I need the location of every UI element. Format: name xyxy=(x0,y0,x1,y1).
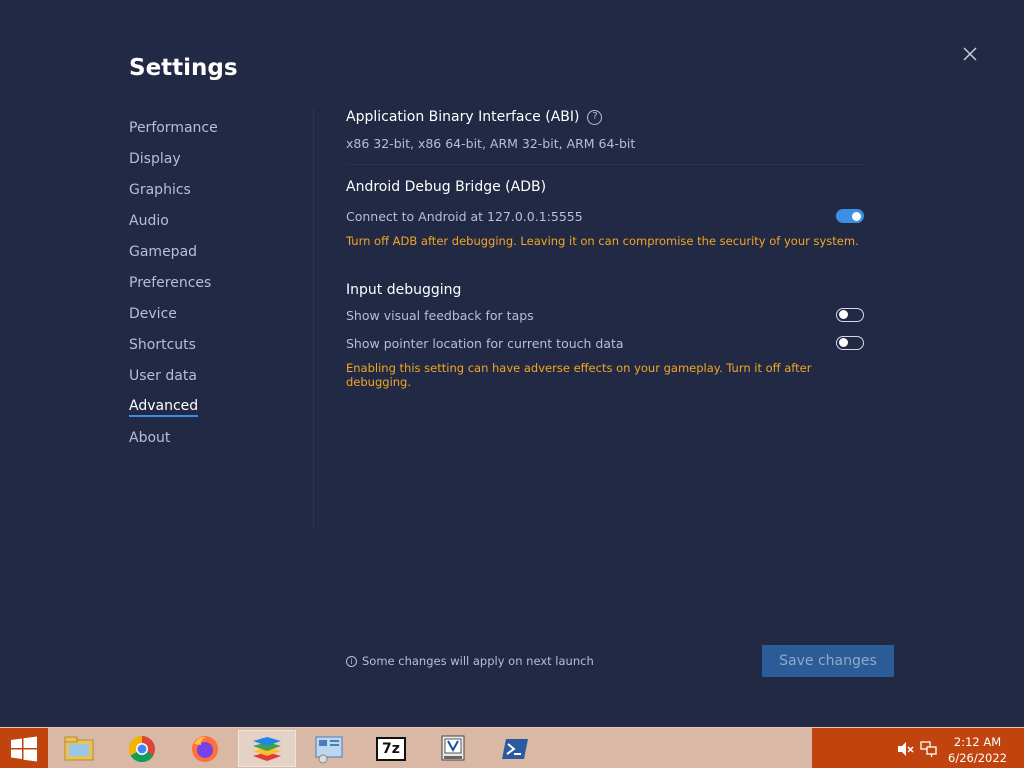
clock-time: 2:12 AM xyxy=(953,735,1002,749)
abi-value: x86 32-bit, x86 64-bit, ARM 32-bit, ARM … xyxy=(346,136,636,151)
sidebar-item-label: Graphics xyxy=(129,181,191,198)
clock-date: 6/26/2022 xyxy=(948,751,1007,765)
info-icon: i xyxy=(346,655,357,667)
sidebar-item-shortcuts[interactable]: Shortcuts xyxy=(129,329,309,360)
restart-note-text: Some changes will apply on next launch xyxy=(362,654,594,668)
sidebar-item-performance[interactable]: Performance xyxy=(129,112,309,143)
clock[interactable]: 2:12 AM 6/26/2022 xyxy=(948,734,1007,766)
sidebar-item-graphics[interactable]: Graphics xyxy=(129,174,309,205)
taskbar-powershell[interactable] xyxy=(486,730,544,767)
input-debugging-section-title: Input debugging xyxy=(346,279,866,301)
taskbar-vim[interactable] xyxy=(424,730,482,767)
visual-feedback-row: Show visual feedback for taps xyxy=(346,301,864,329)
sidebar-item-label: Gamepad xyxy=(129,243,198,260)
start-button[interactable] xyxy=(0,728,48,768)
toggle-knob xyxy=(852,211,861,221)
sidebar-item-device[interactable]: Device xyxy=(129,298,309,329)
visual-feedback-label: Show visual feedback for taps xyxy=(346,307,534,323)
adb-connect-toggle[interactable] xyxy=(836,209,864,223)
toggle-knob xyxy=(839,338,848,347)
windows-logo-icon xyxy=(11,736,37,761)
toggle-knob xyxy=(839,310,848,319)
sidebar-divider xyxy=(313,108,314,528)
bluestacks-icon xyxy=(253,736,281,761)
input-debugging-title: Input debugging xyxy=(346,282,462,298)
abi-section-title: Application Binary Interface (ABI) ? xyxy=(346,106,866,128)
section-divider xyxy=(346,164,864,165)
control-panel-icon xyxy=(315,736,343,763)
sidebar-item-display[interactable]: Display xyxy=(129,143,309,174)
help-icon[interactable]: ? xyxy=(587,109,603,125)
7zip-icon: 7z xyxy=(376,736,406,761)
system-tray: 2:12 AM 6/26/2022 xyxy=(812,728,1024,768)
input-debugging-warning: Enabling this setting can have adverse e… xyxy=(346,361,812,389)
taskbar-control-panel[interactable] xyxy=(300,730,358,767)
visual-feedback-toggle[interactable] xyxy=(836,308,864,322)
save-changes-button[interactable]: Save changes xyxy=(762,645,894,677)
restart-note: i Some changes will apply on next launch xyxy=(346,654,594,668)
sidebar-item-label: Device xyxy=(129,305,177,322)
adb-section-title: Android Debug Bridge (ADB) xyxy=(346,176,866,198)
network-icon[interactable] xyxy=(920,740,938,758)
firefox-icon xyxy=(192,735,218,762)
sidebar-item-label: Audio xyxy=(129,212,169,229)
advanced-settings-panel: Application Binary Interface (ABI) ? x86… xyxy=(346,106,866,389)
taskbar-chrome[interactable] xyxy=(113,730,171,767)
sidebar-item-user-data[interactable]: User data xyxy=(129,360,309,391)
vim-icon xyxy=(441,735,465,760)
pointer-location-row: Show pointer location for current touch … xyxy=(346,329,864,357)
taskbar: 7z 2:12 AM 6/26/2022 xyxy=(0,727,1024,768)
adb-title: Android Debug Bridge (ADB) xyxy=(346,179,547,195)
sidebar-item-label: Display xyxy=(129,150,181,167)
sidebar-item-label: User data xyxy=(129,367,197,384)
sidebar-item-advanced[interactable]: Advanced xyxy=(129,391,309,422)
sidebar-item-about[interactable]: About xyxy=(129,422,309,453)
sidebar-item-label: Advanced xyxy=(129,397,199,417)
sidebar-item-label: Preferences xyxy=(129,274,212,291)
volume-muted-icon[interactable] xyxy=(896,740,914,758)
sidebar-item-label: Performance xyxy=(129,119,218,136)
sidebar-item-label: Shortcuts xyxy=(129,336,196,353)
taskbar-7zip[interactable]: 7z xyxy=(362,730,420,767)
pointer-location-label: Show pointer location for current touch … xyxy=(346,335,624,351)
close-icon xyxy=(963,47,977,61)
taskbar-firefox[interactable] xyxy=(176,730,234,767)
close-button[interactable] xyxy=(958,42,982,66)
file-explorer-icon xyxy=(64,736,94,760)
sidebar: Performance Display Graphics Audio Gamep… xyxy=(129,112,309,453)
adb-connect-row: Connect to Android at 127.0.0.1:5555 xyxy=(346,202,864,230)
adb-connect-label: Connect to Android at 127.0.0.1:5555 xyxy=(346,208,583,224)
adb-warning: Turn off ADB after debugging. Leaving it… xyxy=(346,234,859,248)
taskbar-bluestacks[interactable] xyxy=(238,730,296,767)
sidebar-item-audio[interactable]: Audio xyxy=(129,205,309,236)
pointer-location-toggle[interactable] xyxy=(836,336,864,350)
abi-title: Application Binary Interface (ABI) xyxy=(346,109,580,125)
sidebar-item-label: About xyxy=(129,429,171,446)
taskbar-file-explorer[interactable] xyxy=(50,730,108,767)
page-title: Settings xyxy=(129,55,238,81)
chrome-icon xyxy=(128,735,155,762)
sidebar-item-preferences[interactable]: Preferences xyxy=(129,267,309,298)
sidebar-item-gamepad[interactable]: Gamepad xyxy=(129,236,309,267)
settings-window: Settings Performance Display Graphics Au… xyxy=(0,0,1024,727)
powershell-icon xyxy=(502,738,528,759)
